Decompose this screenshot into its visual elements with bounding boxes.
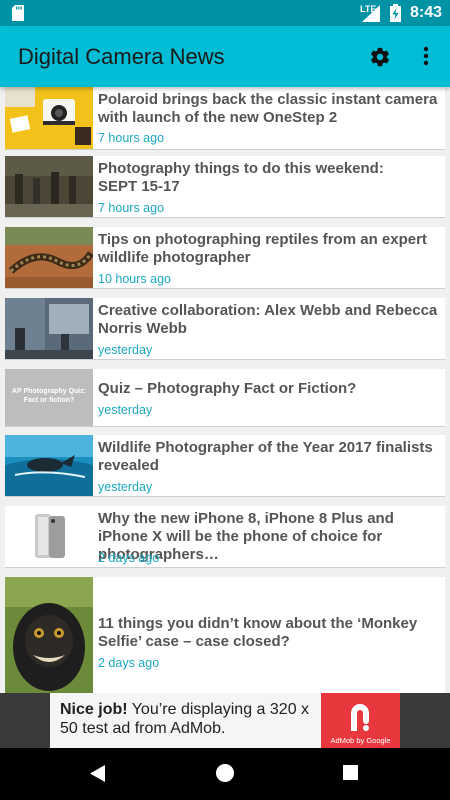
news-title: Photography things to do this weekend: S… [98,160,384,195]
news-item[interactable]: Polaroid brings back the classic instant… [5,87,445,150]
news-title: Creative collaboration: Alex Webb and Re… [98,302,438,337]
news-time: 2 days ago [98,656,160,670]
news-item[interactable]: AP Photography Quiz: Fact or fiction? Qu… [5,369,445,427]
news-feed[interactable]: Polaroid brings back the classic instant… [0,87,450,693]
test-ad[interactable]: Nice job! You’re displaying a 320 x 50 t… [50,693,400,748]
admob-icon [351,704,369,731]
news-thumbnail [5,87,93,149]
news-thumbnail [5,156,93,217]
battery-icon [390,4,401,22]
news-thumbnail [5,577,93,693]
news-thumbnail [5,298,93,359]
news-item[interactable]: Photography things to do this weekend: S… [5,156,445,218]
back-icon[interactable] [90,765,106,782]
news-item[interactable]: Wildlife Photographer of the Year 2017 f… [5,435,445,497]
home-icon[interactable] [216,764,234,782]
more-vert-icon[interactable] [414,44,438,68]
news-item[interactable]: Why the new iPhone 8, iPhone 8 Plus and … [5,506,445,568]
admob-caption: AdMob by Google [330,736,391,745]
gear-icon[interactable] [369,46,391,68]
ad-banner: Nice job! You’re displaying a 320 x 50 t… [0,693,450,748]
clock: 8:43 [410,4,443,21]
news-thumbnail: AP Photography Quiz: Fact or fiction? [5,369,93,426]
system-nav-bar [0,748,450,800]
admob-logo: AdMob by Google [321,693,400,748]
news-thumbnail [5,227,93,288]
news-title: Quiz – Photography Fact or Fiction? [98,380,357,397]
app-bar: Digital Camera News [0,26,450,87]
sd-card-icon [12,5,24,21]
ad-text: Nice job! You’re displaying a 320 x 50 t… [60,700,320,738]
news-item[interactable]: Creative collaboration: Alex Webb and Re… [5,298,445,360]
news-time: 7 hours ago [98,131,165,145]
news-time: 10 hours ago [98,272,171,286]
news-title: Wildlife Photographer of the Year 2017 f… [98,439,433,474]
news-item[interactable]: 11 things you didn’t know about the ‘Mon… [5,577,445,693]
news-time: 2 days ago [98,551,160,565]
news-thumbnail [5,435,93,496]
thumbnail-caption: AP Photography Quiz: Fact or fiction? [11,388,87,404]
status-bar: LTE 8:43 [0,0,450,26]
recents-icon[interactable] [343,765,358,780]
network-type: LTE [360,4,377,14]
news-time: yesterday [98,403,153,417]
news-title: 11 things you didn’t know about the ‘Mon… [98,615,418,650]
news-time: 7 hours ago [98,201,165,215]
page-title: Digital Camera News [18,44,225,69]
news-title: Tips on photographing reptiles from an e… [98,231,427,266]
news-thumbnail [5,506,93,567]
news-time: yesterday [98,343,153,357]
ad-headline: Nice job! [60,701,128,718]
news-title: Polaroid brings back the classic instant… [98,91,438,126]
news-item[interactable]: Tips on photographing reptiles from an e… [5,227,445,289]
news-time: yesterday [98,480,153,494]
